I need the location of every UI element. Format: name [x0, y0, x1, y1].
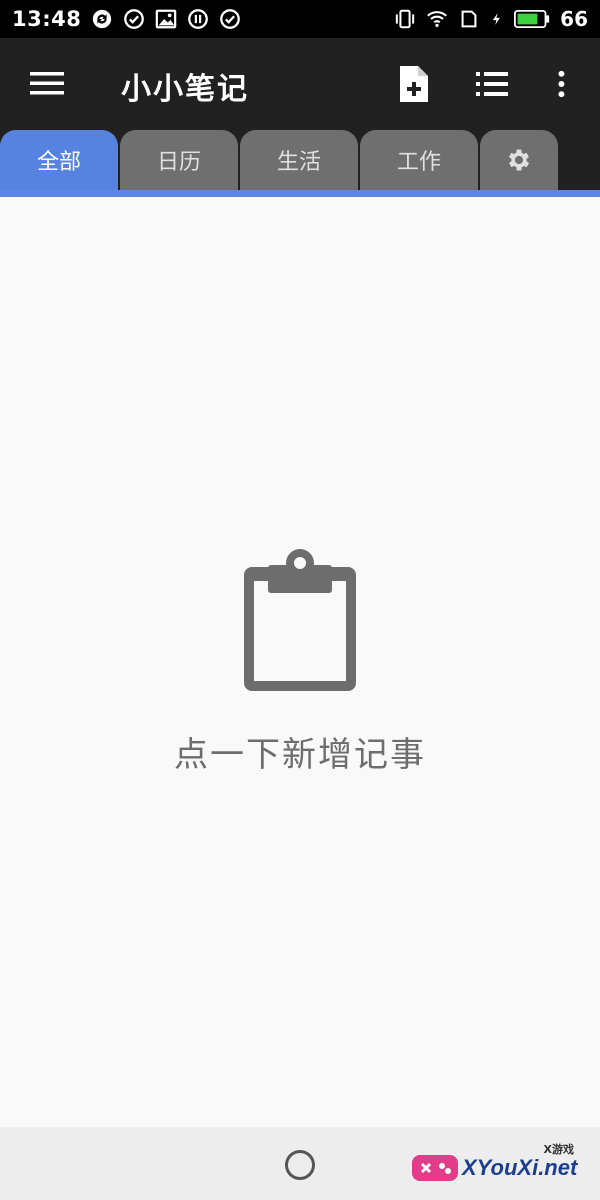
status-bar-left: 13:48	[12, 7, 241, 31]
app-title: 小小笔记	[121, 72, 249, 107]
charging-icon	[493, 13, 501, 25]
tab-life[interactable]: 生活	[240, 130, 358, 190]
pause-circle-icon	[188, 9, 209, 29]
new-note-icon[interactable]	[394, 64, 434, 104]
empty-state-text[interactable]: 点一下新增记事	[0, 727, 600, 776]
list-view-icon[interactable]	[472, 64, 512, 104]
tab-work[interactable]: 工作	[360, 130, 478, 190]
watermark-logo-icon	[412, 1155, 458, 1181]
wifi-icon	[427, 11, 448, 28]
image-icon	[156, 9, 177, 29]
menu-icon[interactable]	[30, 66, 64, 100]
clipboard-icon[interactable]	[238, 547, 362, 697]
battery-icon	[514, 9, 550, 28]
status-time: 13:48	[12, 7, 82, 31]
tab-indicator	[0, 190, 600, 197]
sim-icon	[461, 10, 477, 28]
notes-list[interactable]: 点一下新增记事	[0, 197, 600, 1127]
tab-calendar[interactable]: 日历	[120, 130, 238, 190]
watermark-text: XYouXi.net	[462, 1155, 578, 1180]
status-bar: 13:48 66	[0, 0, 600, 38]
watermark: X游戏 XYouXi.net	[412, 1141, 592, 1193]
navigation-bar: X游戏 XYouXi.net	[0, 1127, 600, 1200]
home-button[interactable]	[285, 1150, 315, 1180]
app-bar: 小小笔记	[0, 38, 600, 130]
check-circle-icon	[124, 9, 145, 29]
more-vert-icon[interactable]	[547, 64, 581, 104]
tab-settings[interactable]	[480, 130, 558, 190]
sync-icon	[93, 9, 112, 29]
check-circle-icon	[220, 9, 241, 29]
battery-percentage: 66	[560, 7, 588, 31]
vibrate-icon	[395, 9, 415, 29]
status-bar-right: 66	[394, 7, 588, 31]
tab-all[interactable]: 全部	[0, 130, 118, 190]
gear-icon	[508, 149, 530, 171]
tab-bar: 全部 日历 生活 工作	[0, 130, 600, 190]
